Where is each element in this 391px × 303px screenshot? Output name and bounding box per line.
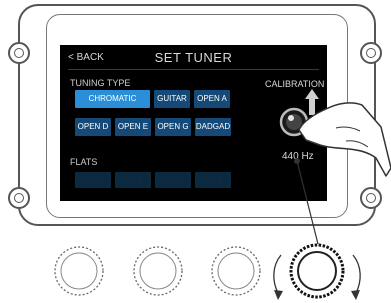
callout-dot: [294, 158, 300, 164]
rotate-right-arrow-icon: [351, 254, 361, 300]
rotate-left-arrow-icon: [273, 254, 283, 300]
hardware-knobs: [54, 158, 361, 300]
callout-line: [296, 160, 319, 245]
hardware-knob-3[interactable]: [211, 246, 261, 296]
hardware-knob-1[interactable]: [54, 246, 104, 296]
hardware-knob-4[interactable]: [289, 243, 345, 299]
hardware-knob-2[interactable]: [133, 246, 183, 296]
